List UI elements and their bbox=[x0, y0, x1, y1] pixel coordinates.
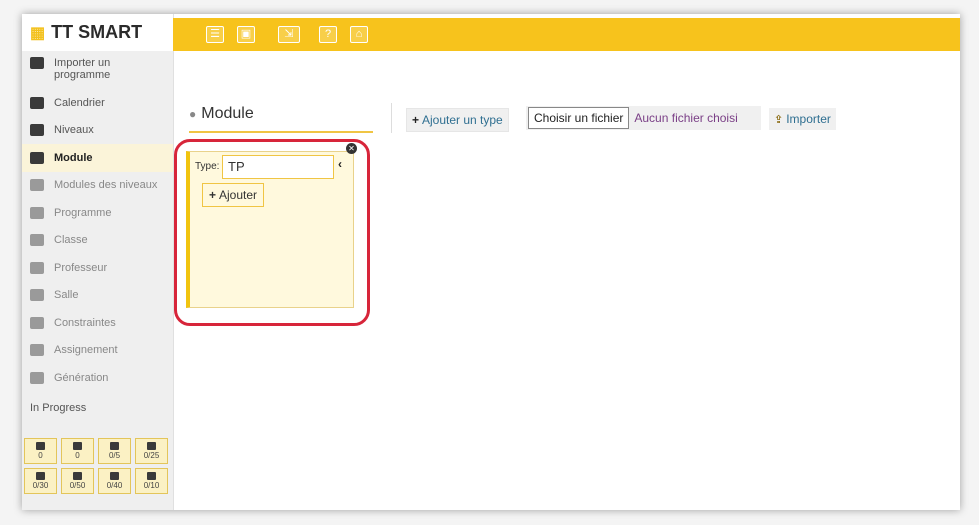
sidebar-item-constraintes[interactable]: Constraintes bbox=[22, 309, 173, 337]
export-icon[interactable]: ⇲ bbox=[278, 26, 300, 43]
sidebar-item-label: Niveaux bbox=[54, 124, 94, 137]
sidebar-item-importer[interactable]: Importer un programme bbox=[22, 51, 173, 89]
sidebar-item-modules-niveaux[interactable]: Modules des niveaux bbox=[22, 172, 173, 200]
progress-cell[interactable]: 0 bbox=[61, 438, 94, 464]
play-icon bbox=[30, 371, 44, 384]
layers-icon bbox=[110, 442, 119, 450]
layers-icon bbox=[30, 124, 44, 137]
sidebar-item-professeur[interactable]: Professeur bbox=[22, 254, 173, 282]
progress-value: 0/30 bbox=[32, 481, 49, 490]
tools-icon bbox=[147, 472, 156, 480]
progress-value: 0 bbox=[75, 451, 80, 460]
progress-cell[interactable]: 0/10 bbox=[135, 468, 168, 494]
teacher-icon bbox=[30, 261, 44, 274]
users-icon bbox=[36, 472, 45, 480]
sidebar-item-label: Programme bbox=[54, 206, 112, 219]
divider bbox=[391, 103, 392, 133]
sidebar-item-label: Module bbox=[54, 151, 93, 164]
sidebar-item-label: Importer un programme bbox=[54, 57, 111, 81]
app-title: TT SMART bbox=[51, 22, 143, 42]
sidebar-item-label: Calendrier bbox=[54, 96, 105, 109]
sidebar-item-module[interactable]: Module bbox=[22, 144, 173, 172]
room-icon bbox=[110, 472, 119, 480]
progress-cell[interactable]: 0/50 bbox=[61, 468, 94, 494]
type-label: Type: bbox=[195, 161, 220, 172]
sidebar-item-programme[interactable]: Programme bbox=[22, 199, 173, 227]
file-input[interactable]: Choisir un fichier Aucun fichier choisi bbox=[526, 106, 761, 130]
pen-icon bbox=[30, 206, 44, 219]
sidebar-item-label: Salle bbox=[54, 289, 79, 302]
sidebar-item-classe[interactable]: Classe bbox=[22, 227, 173, 255]
progress-value: 0/10 bbox=[143, 481, 160, 490]
book-icon bbox=[147, 442, 156, 450]
type-card: Type: TP ‹ + Ajouter bbox=[186, 151, 354, 308]
menu-icon[interactable]: ☰ bbox=[206, 26, 224, 43]
progress-cell[interactable]: 0 bbox=[24, 438, 57, 464]
progress-value: 0/40 bbox=[106, 481, 123, 490]
sidebar-item-label: Modules des niveaux bbox=[54, 179, 158, 192]
upload-icon: ⇪ bbox=[774, 113, 784, 126]
sidebar-item-niveaux[interactable]: Niveaux bbox=[22, 117, 173, 145]
sidebar-item-label: Assignement bbox=[54, 344, 118, 357]
sidebar-item-label: Constraintes bbox=[54, 316, 116, 329]
sitemap-icon bbox=[30, 179, 44, 192]
add-type-label: Ajouter un type bbox=[422, 113, 503, 127]
progress-value: 0/25 bbox=[143, 451, 160, 460]
calendar-icon: ▦ bbox=[30, 24, 46, 42]
tools-icon bbox=[30, 316, 44, 329]
progress-value: 0 bbox=[38, 451, 43, 460]
monitor-icon bbox=[30, 344, 44, 357]
page-title-text: Module bbox=[201, 105, 254, 122]
sidebar-item-calendrier[interactable]: Calendrier bbox=[22, 89, 173, 117]
app-window: ▦ TT SMART Importer un programme Calendr… bbox=[22, 14, 960, 510]
add-button[interactable]: + Ajouter bbox=[202, 183, 265, 207]
progress-cell[interactable]: 0/40 bbox=[98, 468, 131, 494]
type-input[interactable]: TP bbox=[222, 155, 334, 179]
progress-title: In Progress bbox=[30, 401, 87, 414]
sidebar-item-assignement[interactable]: Assignement bbox=[22, 337, 173, 365]
sidebar-nav: Importer un programme Calendrier Niveaux… bbox=[22, 51, 173, 392]
sidebar-item-label: Professeur bbox=[54, 261, 108, 274]
progress-cell[interactable]: 0/25 bbox=[135, 438, 168, 464]
sidebar: ▦ TT SMART Importer un programme Calendr… bbox=[22, 14, 174, 510]
teacher-icon bbox=[73, 472, 82, 480]
plus-icon: + bbox=[209, 188, 217, 202]
add-type-button[interactable]: + Ajouter un type bbox=[406, 108, 509, 132]
home-icon[interactable]: ⌂ bbox=[350, 26, 368, 43]
progress-grid: 0 0 0/5 0/25 0/30 0/50 0/40 0/10 bbox=[24, 438, 172, 494]
calendar-icon bbox=[73, 442, 82, 450]
progress-cell[interactable]: 0/30 bbox=[24, 468, 57, 494]
top-toolbar: ☰ ▣ ⇲ ? ⌂ bbox=[173, 18, 960, 51]
progress-value: 0/5 bbox=[108, 451, 121, 460]
import-label: Importer bbox=[786, 112, 831, 126]
add-label: Ajouter bbox=[219, 188, 258, 202]
help-icon[interactable]: ? bbox=[319, 26, 337, 43]
calendar-icon bbox=[30, 96, 44, 109]
sidebar-item-generation[interactable]: Génération bbox=[22, 364, 173, 392]
file-status: Aucun fichier choisi bbox=[634, 111, 738, 125]
import-button[interactable]: ⇪ Importer bbox=[769, 108, 836, 130]
sidebar-item-salle[interactable]: Salle bbox=[22, 282, 173, 310]
progress-cell[interactable]: 0/5 bbox=[98, 438, 131, 464]
progress-value: 0/50 bbox=[69, 481, 86, 490]
users-icon bbox=[30, 234, 44, 247]
page-title: ● Module bbox=[189, 105, 373, 133]
bullet-icon: ● bbox=[189, 107, 197, 121]
book-icon bbox=[30, 151, 44, 164]
save-icon[interactable]: ▣ bbox=[237, 26, 255, 43]
screen-frame: ▦ TT SMART Importer un programme Calendr… bbox=[0, 0, 979, 525]
calendar-icon bbox=[36, 442, 45, 450]
close-icon[interactable]: ✕ bbox=[346, 143, 357, 154]
chevron-left-icon[interactable]: ‹ bbox=[338, 157, 342, 171]
plus-icon: + bbox=[412, 113, 420, 127]
room-icon bbox=[30, 289, 44, 302]
import-icon bbox=[30, 57, 44, 69]
sidebar-item-label: Génération bbox=[54, 371, 109, 384]
choose-file-button[interactable]: Choisir un fichier bbox=[528, 107, 630, 129]
main-content: ● Module + Ajouter un type Choisir un fic… bbox=[173, 51, 960, 510]
sidebar-item-label: Classe bbox=[54, 234, 88, 247]
brand: ▦ TT SMART bbox=[22, 14, 173, 51]
